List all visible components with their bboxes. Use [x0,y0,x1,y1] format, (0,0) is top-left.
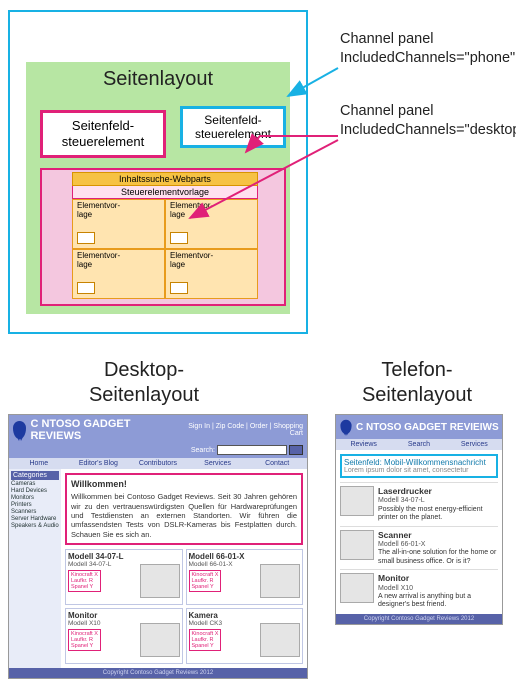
cat-item[interactable]: Printers [11,502,59,508]
nav-search[interactable]: Search [391,439,446,450]
categories-header: Categories [11,471,59,480]
item-template: Elementvor- lage [165,199,258,249]
channel-panel-desktop-box: Inhaltssuche-Webparts Steuerelementvorla… [40,168,286,306]
nav-bar: Reviews Search Services [336,439,502,450]
product-image [340,573,374,603]
site-title: C NTOSO GADGET REVIEWS [30,418,178,442]
product-grid: Modell 34-07-L Modell 34-07-L Kinocraft … [61,549,307,668]
callout-desktop: Channel panel IncludedChannels="desktop" [340,102,516,140]
nav-services[interactable]: Services [188,458,248,469]
product-meta: Kinocraft X Laufkr. R Spanel Y [189,570,222,592]
section-title-phone: Telefon- Seitenlayout [332,358,502,408]
nav-services[interactable]: Services [447,439,502,450]
product-image [340,486,374,516]
cat-item[interactable]: Hard Devices [11,488,59,494]
product-image [260,623,300,657]
webparts-header: Inhaltssuche-Webparts [72,172,258,186]
logo-icon [340,420,351,434]
product-list: LaserdruckerModell 34-07-LPossibly the m… [336,482,502,614]
nav-blog[interactable]: Editor's Blog [69,458,129,469]
nav-reviews[interactable]: Reviews [336,439,391,450]
cat-item[interactable]: Scanners [11,509,59,515]
product-row[interactable]: ScannerModell 66-01-XThe all-in-one solu… [340,526,498,567]
diagram-top: Seitenlayout Seitenfeld- steuerelement S… [8,10,308,334]
control-template-label: Steuerelementvorlage [72,186,258,199]
search-input[interactable] [217,445,287,455]
logo-icon [13,421,26,439]
page-field-control-phone: Seitenfeld- steuerelement [180,106,286,148]
item-template: Elementvor- lage [72,249,165,299]
product-image [340,530,374,560]
product-card[interactable]: Kamera Modell CK3 Kinocraft X Laufkr. R … [186,608,304,664]
product-card[interactable]: Monitor Modell X10 Kinocraft X Laufkr. R… [65,608,183,664]
product-meta: Kinocraft X Laufkr. R Spanel Y [68,629,101,651]
top-links: Sign In | Zip Code | Order | Shopping Ca… [178,423,303,437]
product-image [140,623,180,657]
cat-item[interactable]: Speakers & Audio [11,523,59,529]
footer: Copyright Contoso Gadget Reviews 2012 [336,614,502,624]
desktop-layout-screenshot: C NTOSO GADGET REVIEWS Sign In | Zip Cod… [8,414,308,679]
item-template: Elementvor- lage [72,199,165,249]
product-card[interactable]: Modell 34-07-L Modell 34-07-L Kinocraft … [65,549,183,605]
product-card[interactable]: Modell 66-01-X Modell 66-01-X Kinocraft … [186,549,304,605]
site-title: C NTOSO GADGET REVIEIWS [356,422,499,433]
callout-phone: Channel panel IncludedChannels="phone" [340,30,515,68]
categories-sidebar: Categories Cameras Hard Devices Monitors… [9,469,61,668]
section-title-desktop: Desktop- Seitenlayout [44,358,244,408]
product-row[interactable]: LaserdruckerModell 34-07-LPossibly the m… [340,482,498,523]
content-search-webparts: Inhaltssuche-Webparts Steuerelementvorla… [72,172,258,299]
item-template: Elementvor- lage [165,249,258,299]
page-layout-title: Seitenlayout [26,62,290,91]
product-image [140,564,180,598]
welcome-title: Willkommen! [71,479,297,490]
cat-item[interactable]: Cameras [11,481,59,487]
footer: Copyright Contoso Gadget Reviews 2012 [9,668,307,678]
nav-home[interactable]: Home [9,458,69,469]
nav-contrib[interactable]: Contributors [128,458,188,469]
mobile-welcome-field: Seitenfeld: Mobil-Willkommensnachricht L… [340,454,498,478]
field-body: Lorem ipsum dolor sit amet, consectetur [344,467,494,474]
product-row[interactable]: MonitorModell X10A new arrival is anythi… [340,569,498,610]
search-label: Search: [191,447,215,454]
phone-layout-screenshot: C NTOSO GADGET REVIEIWS Reviews Search S… [335,414,503,625]
welcome-field: Willkommen! Willkommen bei Contoso Gadge… [65,473,303,545]
product-image [260,564,300,598]
page-field-control-desktop: Seitenfeld- steuerelement [40,110,166,158]
product-meta: Kinocraft X Laufkr. R Spanel Y [68,570,101,592]
nav-contact[interactable]: Contact [247,458,307,469]
welcome-body: Willkommen bei Contoso Gadget Reviews. S… [71,492,297,539]
product-meta: Kinocraft X Laufkr. R Spanel Y [189,629,222,651]
field-title: Seitenfeld: Mobil-Willkommensnachricht [344,458,494,467]
search-button[interactable] [289,445,303,455]
nav-bar: Home Editor's Blog Contributors Services… [9,458,307,469]
cat-item[interactable]: Server Hardware [11,516,59,522]
cat-item[interactable]: Monitors [11,495,59,501]
